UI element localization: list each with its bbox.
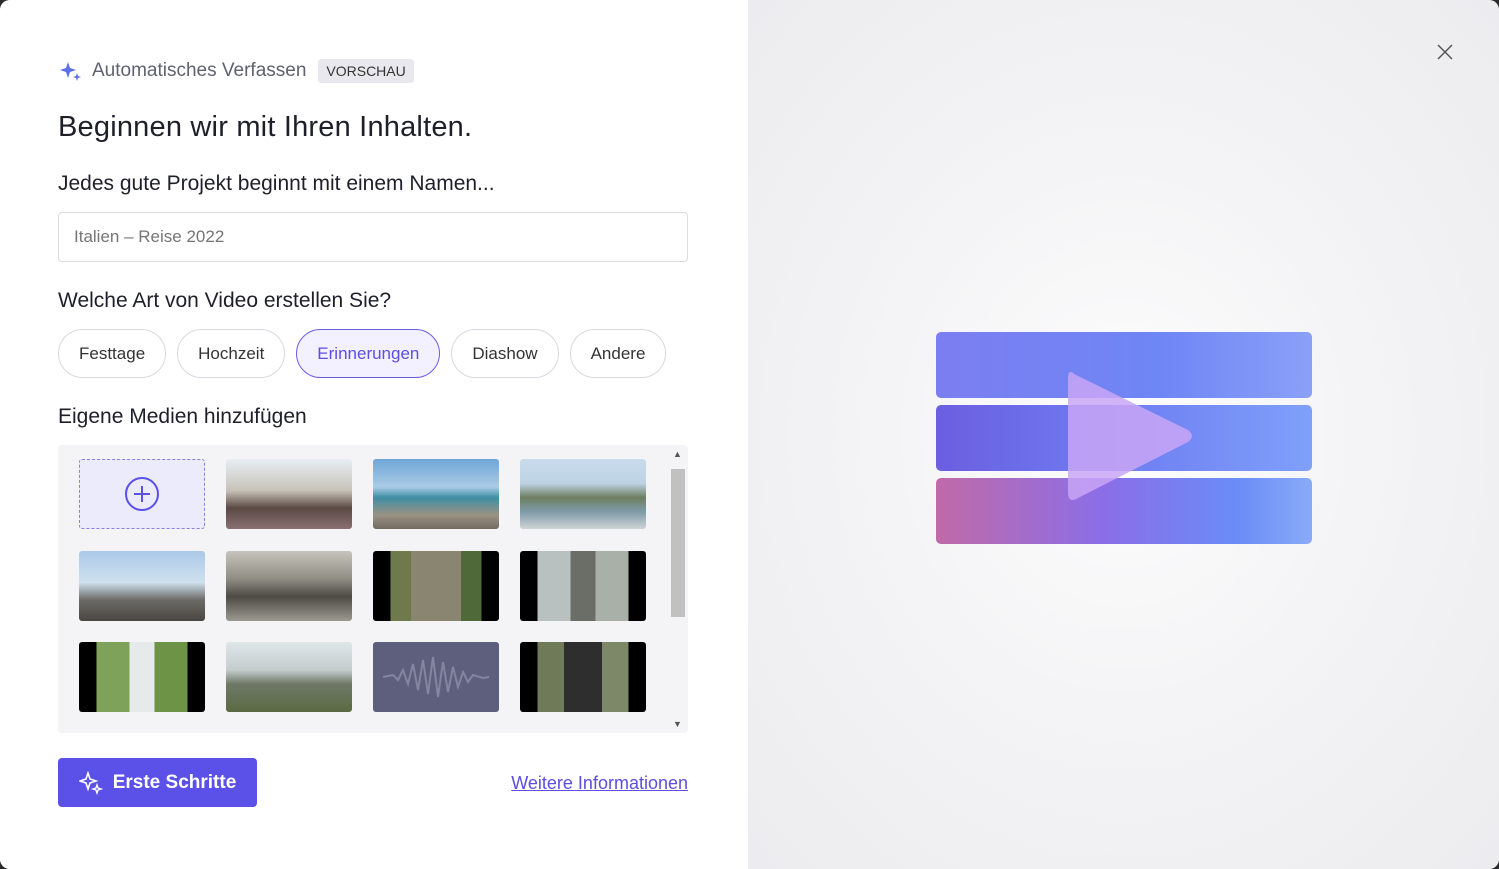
media-thumbnail[interactable] xyxy=(373,551,499,621)
media-grid: ▲ ▼ xyxy=(58,445,688,733)
add-media-button[interactable] xyxy=(79,459,205,529)
media-thumbnail[interactable] xyxy=(226,642,352,712)
auto-compose-dialog: Automatisches Verfassen VORSCHAU Beginne… xyxy=(0,0,1499,869)
sparkle-icon xyxy=(60,62,81,81)
chip-andere[interactable]: Andere xyxy=(569,329,667,378)
project-name-input[interactable] xyxy=(58,212,688,262)
dialog-header: Automatisches Verfassen VORSCHAU xyxy=(60,59,414,83)
preview-badge: VORSCHAU xyxy=(318,59,414,83)
media-thumbnail[interactable] xyxy=(520,642,646,712)
close-icon[interactable] xyxy=(1433,40,1457,64)
media-label: Eigene Medien hinzufügen xyxy=(58,405,307,428)
chip-festtage[interactable]: Festtage xyxy=(58,329,167,378)
learn-more-link[interactable]: Weitere Informationen xyxy=(511,773,688,794)
media-thumbnail[interactable] xyxy=(373,459,499,529)
media-thumbnail[interactable] xyxy=(226,459,352,529)
play-icon xyxy=(1068,372,1192,500)
scroll-down-arrow-icon[interactable]: ▼ xyxy=(673,719,682,729)
media-thumbnail[interactable] xyxy=(79,642,205,712)
video-type-options: Festtage Hochzeit Erinnerungen Diashow A… xyxy=(58,329,667,378)
chip-diashow[interactable]: Diashow xyxy=(451,329,559,378)
audio-thumbnail[interactable] xyxy=(373,642,499,712)
chip-hochzeit[interactable]: Hochzeit xyxy=(177,329,286,378)
scrollbar-thumb[interactable] xyxy=(671,469,685,617)
video-type-label: Welche Art von Video erstellen Sie? xyxy=(58,289,392,312)
video-illustration xyxy=(936,332,1312,544)
media-thumbnail[interactable] xyxy=(520,551,646,621)
media-scrollbar[interactable]: ▲ ▼ xyxy=(668,445,688,733)
sparkle-outline-icon xyxy=(78,770,103,795)
plus-circle-icon xyxy=(125,477,159,511)
page-title: Beginnen wir mit Ihren Inhalten. xyxy=(58,111,473,143)
media-thumbnail[interactable] xyxy=(520,459,646,529)
waveform-icon xyxy=(382,656,490,698)
name-label: Jedes gute Projekt beginnt mit einem Nam… xyxy=(58,172,495,195)
get-started-label: Erste Schritte xyxy=(112,771,237,793)
dialog-title: Automatisches Verfassen xyxy=(92,60,307,81)
chip-erinnerungen[interactable]: Erinnerungen xyxy=(296,329,441,378)
get-started-button[interactable]: Erste Schritte xyxy=(58,758,257,807)
scroll-up-arrow-icon[interactable]: ▲ xyxy=(673,449,682,459)
media-thumbnail[interactable] xyxy=(79,551,205,621)
form-panel: Automatisches Verfassen VORSCHAU Beginne… xyxy=(0,0,748,869)
media-thumbnail[interactable] xyxy=(226,551,352,621)
